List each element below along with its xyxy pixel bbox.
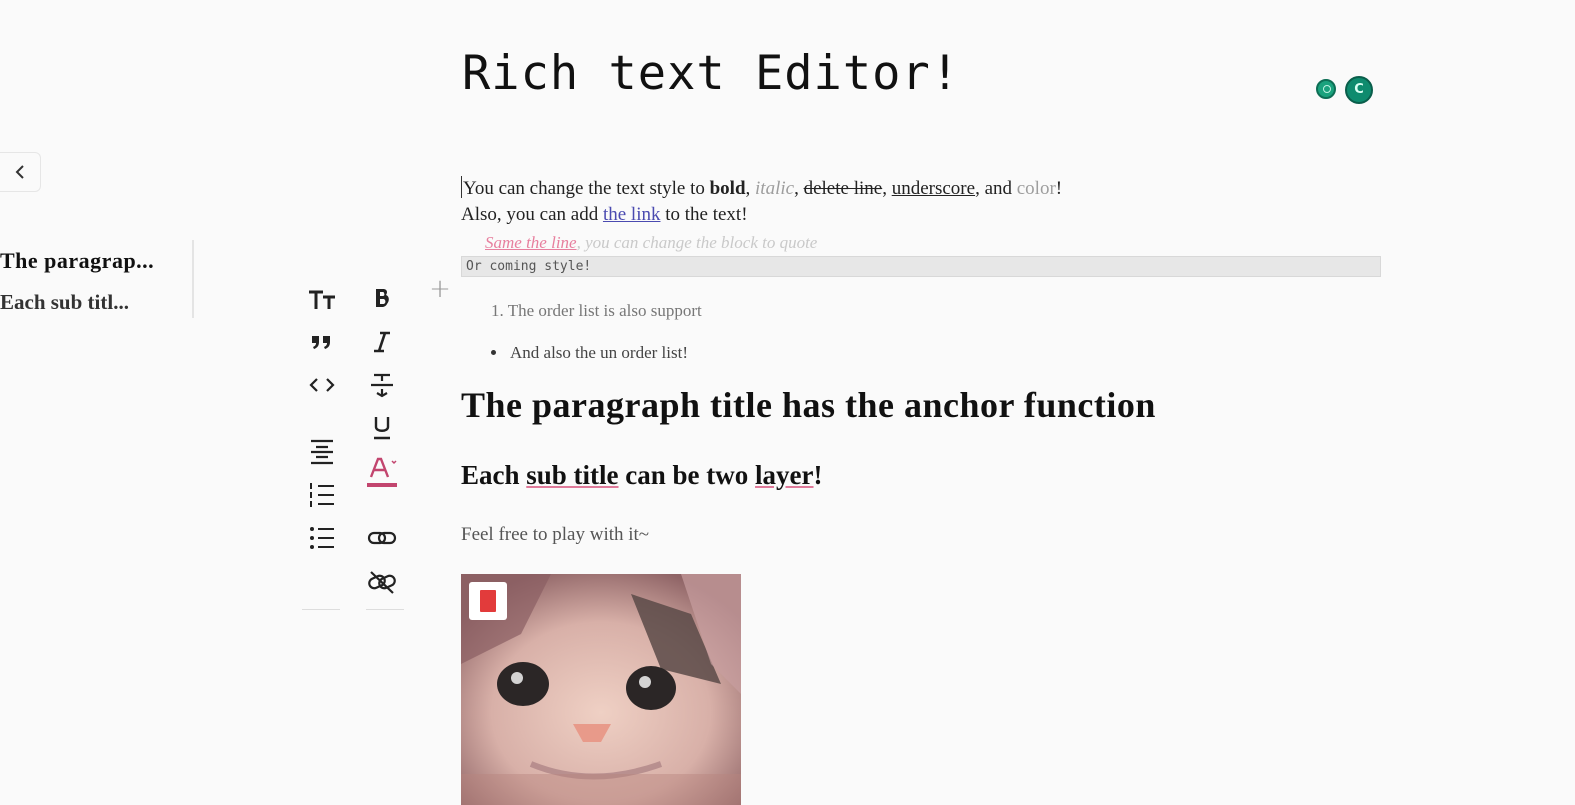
toc-collapse-button[interactable] [0,152,41,192]
font-color-button[interactable] [362,454,402,490]
editor-title[interactable]: Rich text Editor! [462,46,960,101]
unlink-button[interactable] [362,564,402,600]
sub-heading[interactable]: Each sub title can be two layer! [461,460,823,490]
toc-item-paragraph-title[interactable]: The paragrap... [0,248,174,274]
strikethrough-text: delete line [803,178,883,199]
text-run: ! [1055,178,1063,199]
italic-button[interactable] [362,324,402,360]
text-run: , and [975,178,1017,199]
underline-text: underscore [891,178,976,199]
chevron-left-icon [15,165,24,179]
formatting-toolbar [302,282,412,612]
toolbar-divider [366,609,404,610]
unlink-icon [368,571,396,594]
heading-text: can be two [618,460,756,490]
add-block-button[interactable]: + [428,276,452,302]
text-link[interactable]: the link [603,204,661,225]
toc-item-sub-title[interactable]: Each sub titl... [0,290,174,315]
text-run: You can change the text style to [463,178,710,199]
collaborator-avatars: C [1316,76,1376,104]
bookmark-icon [480,590,496,612]
text-run: Also, you can add [461,204,603,225]
editor-content[interactable]: You can change the text style to bold, i… [461,176,1381,545]
underline-icon [374,417,390,440]
text-size-icon [309,290,335,309]
ordered-list-item[interactable]: 1. The order list is also support [491,298,702,324]
quote-text: , you can change the block to quote [576,233,818,252]
cat-image[interactable] [461,574,741,805]
font-color-icon [367,457,397,487]
text-caret [461,176,462,198]
toolbar-divider [302,609,340,610]
underline-button[interactable] [362,410,402,446]
body-paragraph[interactable]: Feel free to play with it~ [461,522,649,548]
text-size-button[interactable] [302,282,342,318]
align-center-button[interactable] [302,434,342,470]
colored-text: color [1016,178,1056,199]
heading-text: ! [813,460,823,490]
align-center-icon [311,439,333,465]
strikethrough-icon [371,373,393,398]
ordered-list-icon [310,483,334,507]
link-icon [367,531,397,545]
text-run: , [745,178,756,199]
link-button[interactable] [362,520,402,556]
list-number: 1. [491,301,504,320]
text-run: to the text! [660,204,748,225]
text-run: , [794,178,804,199]
table-of-contents: The paragrap... Each sub titl... [0,240,194,318]
text-line-1[interactable]: You can change the text style to bold, i… [461,176,1381,202]
collaborator-avatar[interactable]: C [1345,76,1373,104]
bullet-list-item[interactable]: And also the un order list! [491,340,688,366]
text-run: , [882,178,892,199]
image-menu-button[interactable] [469,582,507,620]
bullet-list-icon [310,527,334,549]
code-button[interactable] [302,367,342,403]
bold-icon [376,289,389,307]
list-item-text: The order list is also support [507,301,702,320]
code-icon [309,378,335,392]
quote-button[interactable] [302,324,342,360]
strikethrough-button[interactable] [362,367,402,403]
heading-text: Each [461,460,527,490]
italic-icon [374,331,390,353]
collaborator-avatar[interactable] [1316,79,1336,99]
list-item-text: And also the un order list! [510,343,688,362]
bullet-list-button[interactable] [302,520,342,556]
paragraph-heading[interactable]: The paragraph title has the anchor funct… [461,387,1156,423]
ordered-list-button[interactable] [302,477,342,513]
spellcheck-word: layer [755,460,814,490]
quote-highlight: Same the line [485,233,577,252]
spellcheck-word: sub title [526,460,619,490]
bold-button[interactable] [362,280,402,316]
code-block[interactable]: Or coming style! [461,256,1381,277]
italic-text: italic [755,178,795,199]
bold-text: bold [709,178,746,199]
text-line-2[interactable]: Also, you can add the link to the text! [461,202,1381,228]
quote-block[interactable]: Same the line, you can change the block … [485,230,817,256]
quote-icon [312,336,330,349]
